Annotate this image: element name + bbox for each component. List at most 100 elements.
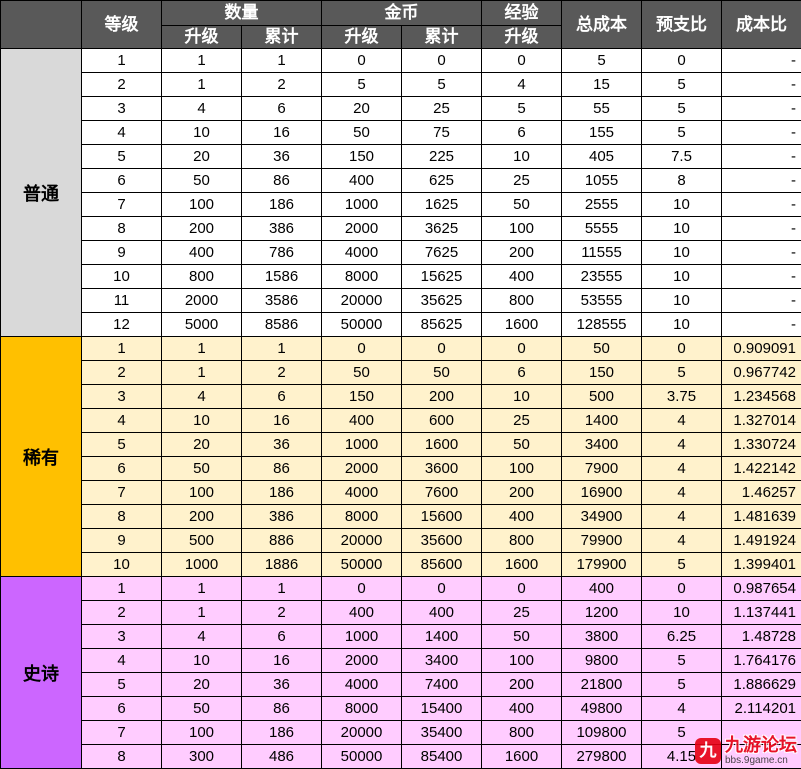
cell-cost-ratio: - bbox=[721, 216, 801, 241]
cell-qty-cumulative: 86 bbox=[241, 456, 322, 481]
header-exp: 经验 bbox=[481, 0, 562, 26]
cell-prepay-ratio: 10 bbox=[641, 192, 722, 217]
cell-level: 1 bbox=[81, 48, 162, 73]
cell-level: 3 bbox=[81, 384, 162, 409]
cell-level: 9 bbox=[81, 240, 162, 265]
cell-qty-cumulative: 786 bbox=[241, 240, 322, 265]
cell-cost-ratio: - bbox=[721, 168, 801, 193]
cell-prepay-ratio: 4 bbox=[641, 408, 722, 433]
cell-prepay-ratio: 4 bbox=[641, 696, 722, 721]
cell-level: 4 bbox=[81, 408, 162, 433]
cell-gold-upgrade: 0 bbox=[321, 48, 402, 73]
cell-level: 3 bbox=[81, 96, 162, 121]
table-row: 6 50 86 2000 3600 100 7900 4 1.422142 bbox=[1, 456, 801, 481]
cell-exp-upgrade: 0 bbox=[481, 48, 562, 73]
cell-total-cost: 3400 bbox=[561, 432, 642, 457]
cell-qty-upgrade: 100 bbox=[161, 720, 242, 745]
cell-exp-upgrade: 1600 bbox=[481, 312, 562, 337]
cell-qty-upgrade: 10 bbox=[161, 648, 242, 673]
cell-gold-cumulative: 85400 bbox=[401, 744, 482, 769]
cell-exp-upgrade: 1600 bbox=[481, 744, 562, 769]
cell-level: 5 bbox=[81, 672, 162, 697]
cell-cost-ratio: - bbox=[721, 120, 801, 145]
table-row: 4 10 16 50 75 6 155 5- bbox=[1, 120, 801, 145]
cell-cost-ratio: - bbox=[721, 144, 801, 169]
header-blank bbox=[0, 0, 82, 49]
cell-qty-upgrade: 5000 bbox=[161, 312, 242, 337]
header-total-cost: 总成本 bbox=[561, 0, 642, 49]
table-row: 8 300 486 50000 85400 1600 279800 4.15 bbox=[1, 744, 801, 769]
cell-qty-cumulative: 8586 bbox=[241, 312, 322, 337]
cell-gold-cumulative: 7625 bbox=[401, 240, 482, 265]
cell-qty-cumulative: 36 bbox=[241, 144, 322, 169]
cell-total-cost: 279800 bbox=[561, 744, 642, 769]
table-row: 2 1 2 50 50 6 150 5 0.967742 bbox=[1, 360, 801, 385]
cell-total-cost: 179900 bbox=[561, 552, 642, 577]
cell-prepay-ratio: 0 bbox=[641, 48, 722, 73]
cell-cost-ratio: - bbox=[721, 48, 801, 73]
cell-qty-cumulative: 2 bbox=[241, 360, 322, 385]
cell-exp-upgrade: 50 bbox=[481, 192, 562, 217]
cell-qty-cumulative: 186 bbox=[241, 192, 322, 217]
cell-level: 2 bbox=[81, 360, 162, 385]
upgrade-cost-table: 等级 数量 金币 经验 总成本 预支比 成本比 升级 累计 升级 累计 升级 普… bbox=[0, 0, 801, 769]
cell-exp-upgrade: 25 bbox=[481, 600, 562, 625]
header-gold: 金币 bbox=[321, 0, 482, 26]
cell-gold-upgrade: 8000 bbox=[321, 696, 402, 721]
cell-qty-cumulative: 86 bbox=[241, 168, 322, 193]
cell-total-cost: 79900 bbox=[561, 528, 642, 553]
cell-total-cost: 11555 bbox=[561, 240, 642, 265]
cell-gold-cumulative: 3625 bbox=[401, 216, 482, 241]
cell-gold-upgrade: 400 bbox=[321, 408, 402, 433]
cell-gold-upgrade: 50000 bbox=[321, 552, 402, 577]
cell-exp-upgrade: 10 bbox=[481, 384, 562, 409]
cell-prepay-ratio: 5 bbox=[641, 360, 722, 385]
cell-exp-upgrade: 25 bbox=[481, 408, 562, 433]
cell-gold-upgrade: 150 bbox=[321, 384, 402, 409]
table-row: 7 100 186 1000 1625 50 2555 10- bbox=[1, 192, 801, 217]
cell-gold-upgrade: 50 bbox=[321, 120, 402, 145]
cell-qty-cumulative: 1 bbox=[241, 336, 322, 361]
cell-gold-cumulative: 7400 bbox=[401, 672, 482, 697]
cell-level: 8 bbox=[81, 504, 162, 529]
cell-total-cost: 21800 bbox=[561, 672, 642, 697]
cell-prepay-ratio: 4 bbox=[641, 528, 722, 553]
cell-qty-upgrade: 10 bbox=[161, 120, 242, 145]
cell-gold-upgrade: 2000 bbox=[321, 648, 402, 673]
cell-qty-upgrade: 1 bbox=[161, 360, 242, 385]
cell-qty-upgrade: 200 bbox=[161, 504, 242, 529]
cell-cost-ratio: 1.234568 bbox=[721, 384, 801, 409]
table-row: 10 800 1586 8000 15625 400 23555 10- bbox=[1, 264, 801, 289]
cell-qty-cumulative: 186 bbox=[241, 480, 322, 505]
cell-exp-upgrade: 800 bbox=[481, 288, 562, 313]
cell-gold-cumulative: 625 bbox=[401, 168, 482, 193]
table-row: 5 20 36 1000 1600 50 3400 4 1.330724 bbox=[1, 432, 801, 457]
cell-qty-cumulative: 16 bbox=[241, 408, 322, 433]
cell-exp-upgrade: 6 bbox=[481, 360, 562, 385]
cell-level: 9 bbox=[81, 528, 162, 553]
cell-total-cost: 400 bbox=[561, 576, 642, 601]
cell-qty-cumulative: 6 bbox=[241, 96, 322, 121]
cell-gold-cumulative: 1400 bbox=[401, 624, 482, 649]
table-row: 稀有 1 1 1 0 0 0 50 0 0.909091 bbox=[0, 336, 801, 577]
cell-qty-upgrade: 50 bbox=[161, 696, 242, 721]
cell-level: 3 bbox=[81, 624, 162, 649]
cell-qty-upgrade: 1 bbox=[161, 576, 242, 601]
cell-gold-cumulative: 25 bbox=[401, 96, 482, 121]
cell-level: 4 bbox=[81, 120, 162, 145]
cell-total-cost: 23555 bbox=[561, 264, 642, 289]
cell-qty-cumulative: 86 bbox=[241, 696, 322, 721]
cell-gold-cumulative: 0 bbox=[401, 48, 482, 73]
cell-qty-upgrade: 400 bbox=[161, 240, 242, 265]
cell-prepay-ratio: 4 bbox=[641, 480, 722, 505]
cell-gold-upgrade: 2000 bbox=[321, 216, 402, 241]
cell-exp-upgrade: 50 bbox=[481, 624, 562, 649]
cell-cost-ratio: 1.422142 bbox=[721, 456, 801, 481]
cell-total-cost: 1400 bbox=[561, 408, 642, 433]
cell-prepay-ratio: 3.75 bbox=[641, 384, 722, 409]
cell-gold-cumulative: 50 bbox=[401, 360, 482, 385]
cell-total-cost: 15 bbox=[561, 72, 642, 97]
cell-prepay-ratio: 7.5 bbox=[641, 144, 722, 169]
cell-exp-upgrade: 25 bbox=[481, 168, 562, 193]
cell-total-cost: 500 bbox=[561, 384, 642, 409]
